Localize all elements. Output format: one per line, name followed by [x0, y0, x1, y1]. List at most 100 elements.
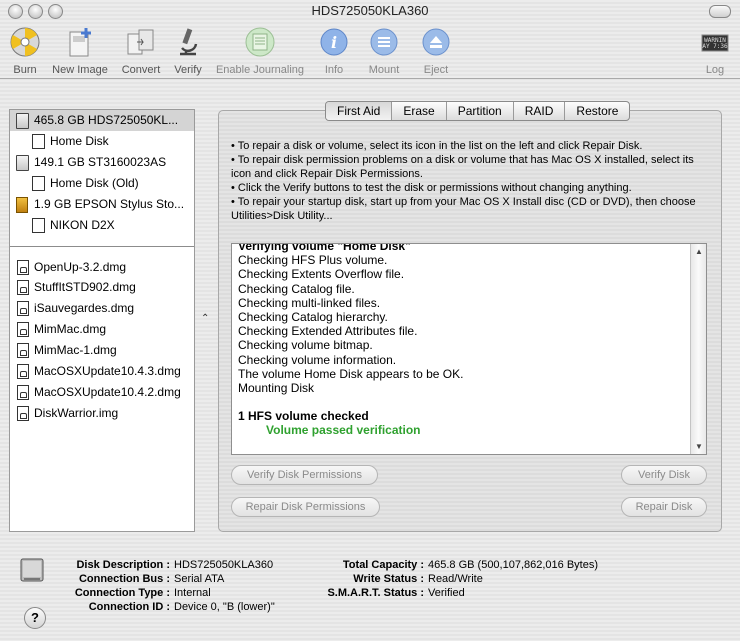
- image-item[interactable]: MimMac-1.dmg: [10, 340, 194, 361]
- verification-log[interactable]: Verifying volume "Home Disk" Checking HF…: [231, 243, 707, 455]
- info-value: HDS725050KLA360: [174, 559, 274, 571]
- log-summary: 1 HFS volume checked: [238, 409, 369, 424]
- image-item-label: MacOSXUpdate10.4.3.dmg: [34, 364, 181, 378]
- disk-info-right: Total Capacity : 465.8 GB (500,107,862,01…: [300, 558, 598, 600]
- tab-erase[interactable]: Erase: [391, 102, 445, 120]
- info-value: Serial ATA: [174, 573, 225, 585]
- image-item[interactable]: MacOSXUpdate10.4.2.dmg: [10, 382, 194, 403]
- tab-raid[interactable]: RAID: [512, 102, 565, 120]
- verify-disk-button[interactable]: Verify Disk: [621, 465, 707, 485]
- scroll-down-arrow-icon[interactable]: ▼: [695, 442, 703, 451]
- info-label: Info: [324, 64, 344, 76]
- enable-journaling-label: Enable Journaling: [215, 64, 305, 76]
- burn-icon: [9, 26, 41, 58]
- journaling-icon: [244, 26, 276, 58]
- info-key: Connection Bus :: [78, 573, 170, 585]
- log-result: Volume passed verification: [266, 423, 421, 438]
- convert-label: Convert: [121, 64, 161, 76]
- info-key: Connection ID :: [88, 601, 170, 613]
- scroll-up-arrow-icon[interactable]: ▲: [695, 247, 703, 256]
- log-button[interactable]: WARNIN AY 7:36 Log: [696, 26, 734, 76]
- log-line: Checking HFS Plus volume.: [238, 253, 388, 268]
- tab-first-aid[interactable]: First Aid: [326, 102, 392, 120]
- disk-image-icon: [17, 322, 29, 337]
- log-icon: WARNIN AY 7:36: [699, 26, 731, 58]
- log-line: Verifying volume "Home Disk": [238, 243, 411, 253]
- verify-disk-permissions-button[interactable]: Verify Disk Permissions: [231, 465, 378, 485]
- disk-info-left: Disk Description : HDS725050KLA360 Connec…: [40, 558, 275, 614]
- volume-icon: [32, 134, 45, 149]
- image-item-label: StuffItSTD902.dmg: [34, 280, 136, 294]
- log-line: Checking Catalog hierarchy.: [238, 310, 388, 325]
- disk-item-st3160023as[interactable]: 149.1 GB ST3160023AS: [10, 152, 194, 173]
- volume-item-label: NIKON D2X: [50, 218, 115, 232]
- disk-item-label: 149.1 GB ST3160023AS: [34, 155, 167, 169]
- image-item[interactable]: OpenUp-3.2.dmg: [10, 257, 194, 278]
- tab-bar: First Aid Erase Partition RAID Restore: [325, 101, 631, 121]
- hard-disk-icon: [16, 113, 29, 129]
- minimize-button[interactable]: [28, 4, 43, 19]
- volume-item-home-disk-old[interactable]: Home Disk (Old): [10, 173, 194, 194]
- log-scrollbar[interactable]: ▲ ▼: [690, 244, 706, 454]
- image-item[interactable]: MimMac.dmg: [10, 319, 194, 340]
- new-image-label: New Image: [52, 64, 108, 76]
- tab-partition[interactable]: Partition: [445, 102, 513, 120]
- sidebar-divider: [10, 246, 194, 247]
- image-item[interactable]: StuffItSTD902.dmg: [10, 277, 194, 298]
- info-key: Disk Description :: [76, 559, 170, 571]
- instruction-line: • To repair disk permission problems on …: [231, 154, 694, 180]
- volume-icon: [32, 176, 45, 191]
- disk-utility-window: HDS725050KLA360 Burn New Image Convert V…: [0, 0, 740, 641]
- tab-restore[interactable]: Restore: [564, 102, 629, 120]
- burn-label: Burn: [13, 64, 37, 76]
- burn-button[interactable]: Burn: [6, 26, 44, 76]
- disk-image-icon: [17, 280, 29, 295]
- image-item[interactable]: DiskWarrior.img: [10, 403, 194, 424]
- eject-button[interactable]: Eject: [418, 26, 454, 76]
- close-button[interactable]: [8, 4, 23, 19]
- mount-icon: [368, 26, 400, 58]
- enable-journaling-button[interactable]: Enable Journaling: [212, 26, 308, 76]
- image-item[interactable]: iSauvegardes.dmg: [10, 298, 194, 319]
- zoom-button[interactable]: [48, 4, 63, 19]
- volume-item-nikon-d2x[interactable]: NIKON D2X: [10, 215, 194, 236]
- log-line: Checking multi-linked files.: [238, 295, 381, 310]
- mount-button[interactable]: Mount: [362, 26, 406, 76]
- log-line: Checking Catalog file.: [238, 281, 355, 296]
- log-line: The volume Home Disk appears to be OK.: [238, 366, 464, 381]
- disk-item-epson[interactable]: 1.9 GB EPSON Stylus Sto...: [10, 194, 194, 215]
- hard-disk-icon: [16, 155, 29, 171]
- new-image-button[interactable]: New Image: [49, 26, 111, 76]
- toolbar-toggle-button[interactable]: [709, 5, 731, 18]
- volume-item-home-disk[interactable]: Home Disk: [10, 131, 194, 152]
- disk-image-icon: [17, 301, 29, 316]
- convert-button[interactable]: Convert: [118, 26, 164, 76]
- log-line: Checking Extended Attributes file.: [238, 324, 418, 339]
- image-item-label: OpenUp-3.2.dmg: [34, 260, 127, 274]
- image-item-label: DiskWarrior.img: [34, 406, 119, 420]
- info-value: Verified: [428, 587, 465, 599]
- toolbar-divider: [0, 78, 740, 79]
- disk-list[interactable]: 465.8 GB HDS725050KL... Home Disk 149.1 …: [9, 109, 195, 532]
- log-line: Checking volume information.: [238, 352, 397, 367]
- split-view-handle[interactable]: ⌃: [201, 313, 209, 324]
- microscope-icon: [172, 26, 204, 58]
- convert-icon: [125, 26, 157, 58]
- image-item-label: MimMac.dmg: [34, 322, 107, 336]
- disk-image-icon: [17, 385, 29, 400]
- disk-item-hds725050[interactable]: 465.8 GB HDS725050KL...: [10, 110, 194, 131]
- image-item-label: iSauvegardes.dmg: [34, 301, 135, 315]
- eject-icon: [420, 26, 452, 58]
- verify-button[interactable]: Verify: [170, 26, 206, 76]
- toolbar: Burn New Image Convert Verify Enable Jou…: [0, 22, 740, 78]
- disk-image-icon: [17, 260, 29, 275]
- info-button[interactable]: i Info: [318, 26, 350, 76]
- info-key: Total Capacity :: [342, 559, 424, 571]
- image-item-label: MimMac-1.dmg: [34, 343, 117, 357]
- repair-disk-button[interactable]: Repair Disk: [621, 497, 707, 517]
- repair-disk-permissions-button[interactable]: Repair Disk Permissions: [231, 497, 380, 517]
- image-item[interactable]: MacOSXUpdate10.4.3.dmg: [10, 361, 194, 382]
- verify-label: Verify: [174, 64, 202, 76]
- log-line: Checking Extents Overflow file.: [238, 267, 405, 282]
- instruction-line: • Click the Verify buttons to test the d…: [231, 182, 632, 194]
